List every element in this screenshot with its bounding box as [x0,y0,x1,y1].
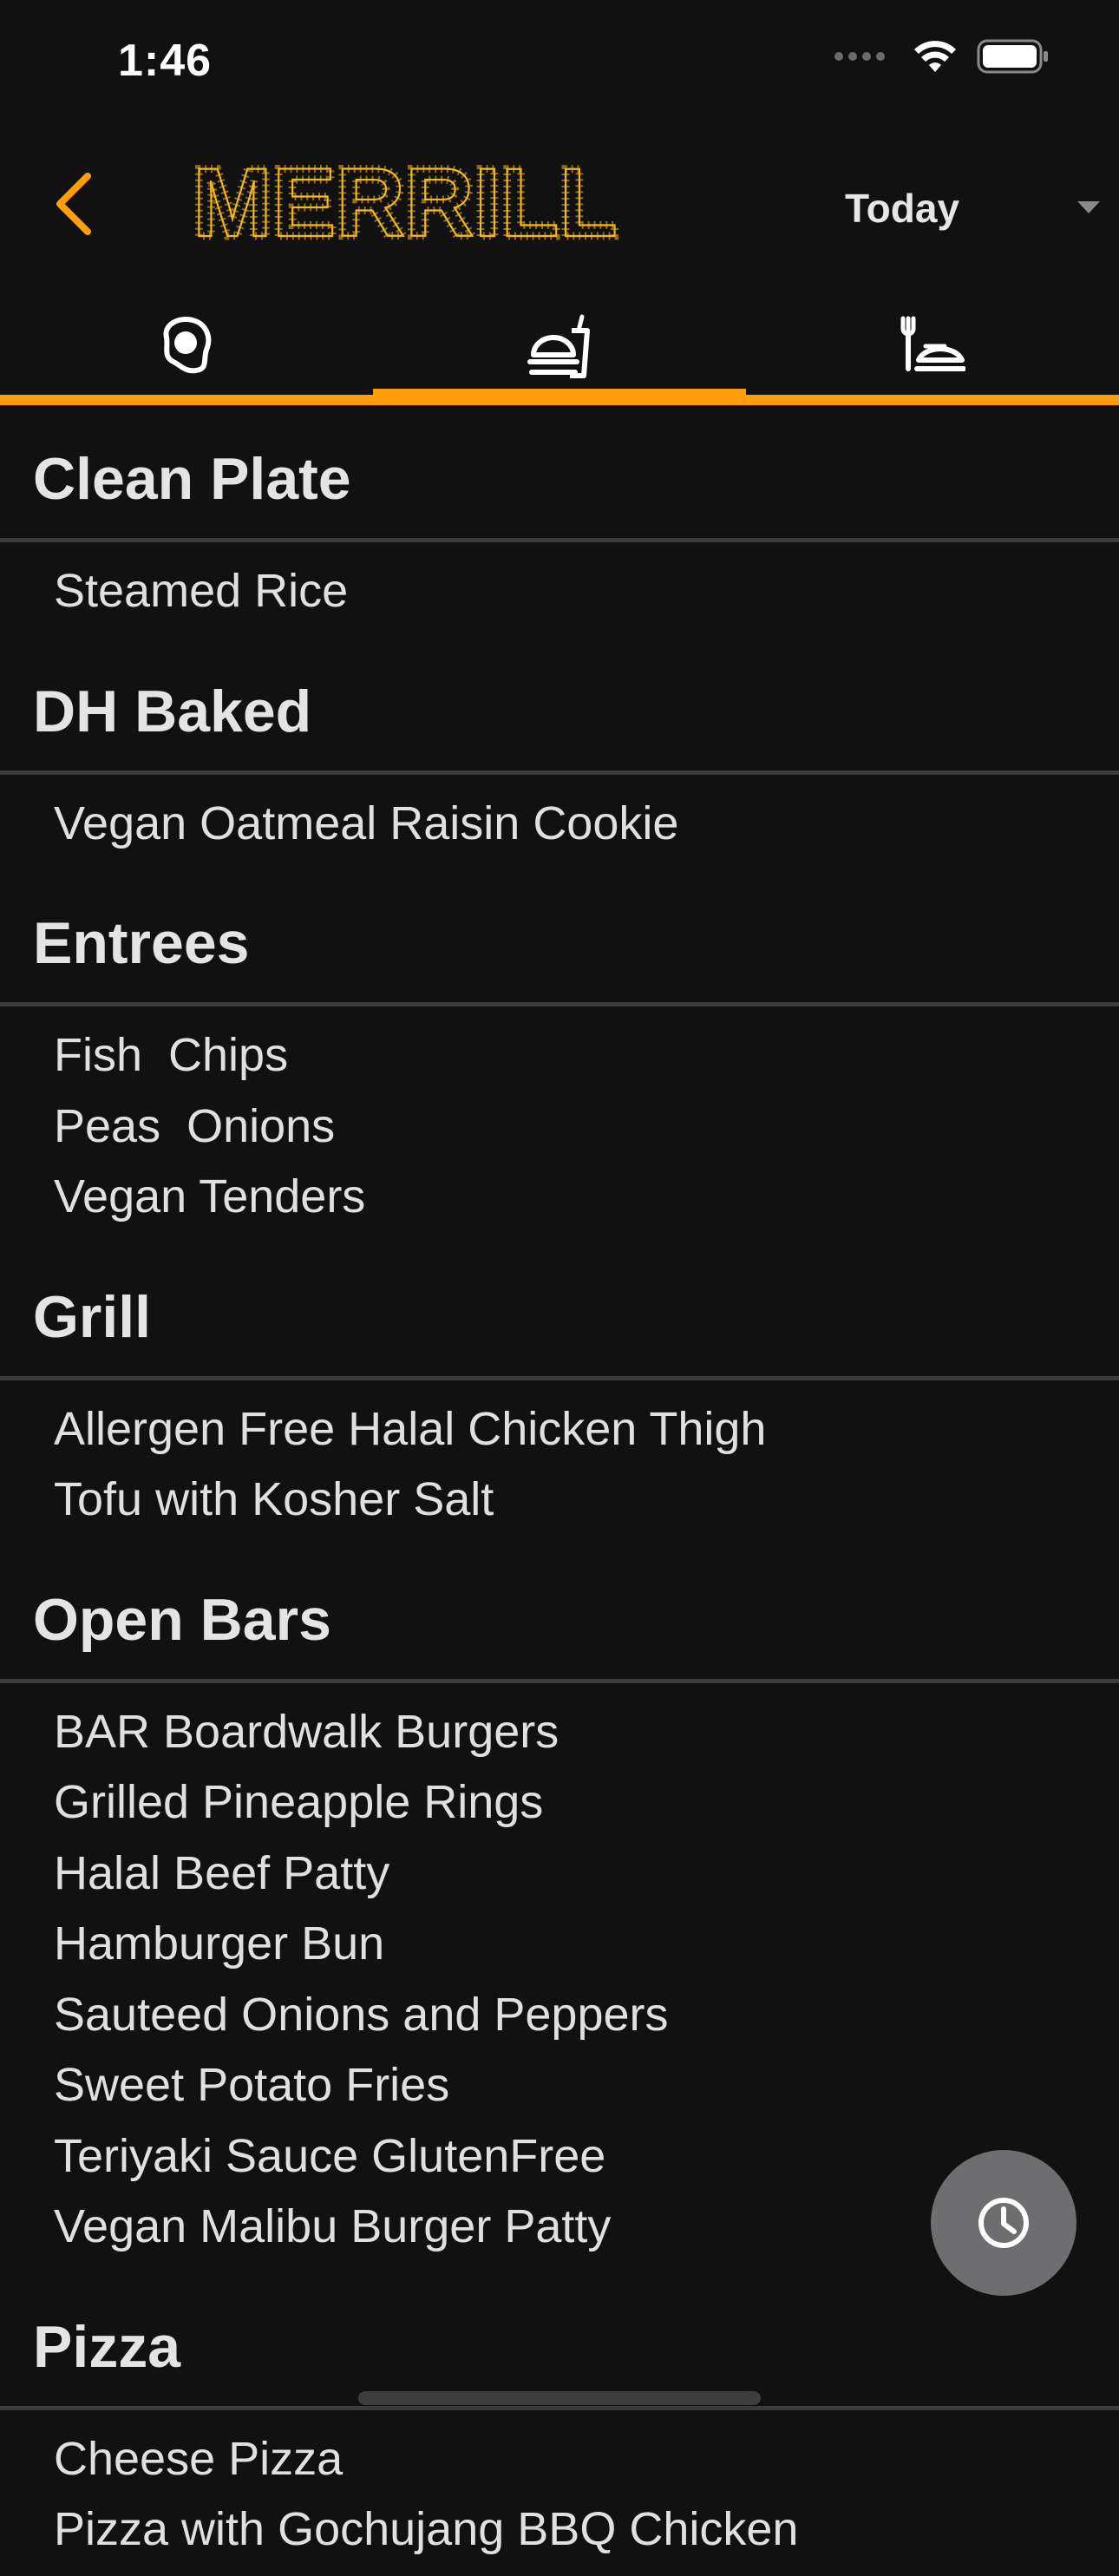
menu-item[interactable]: Cheese Pizza [0,2424,1119,2495]
section-items: Allergen Free Halal Chicken Thigh Tofu w… [0,1380,1119,1546]
section-title: DH Baked [0,638,1119,775]
battery-icon [977,39,1048,74]
menu-item[interactable]: Steamed Rice [0,556,1119,627]
section-title: Grill [0,1243,1119,1380]
menu-item[interactable]: Pizza with Gochujang BBQ Chicken [0,2494,1119,2566]
section-items: Cheese Pizza Pizza with Gochujang BBQ Ch… [0,2410,1119,2576]
status-icons [834,38,1050,75]
date-select-label: Today [845,186,960,231]
menu-item[interactable]: Hamburger Bun [0,1909,1119,1980]
date-select[interactable]: Today [833,174,1110,243]
menu-section: Pizza Cheese Pizza Pizza with Gochujang … [0,2273,1119,2576]
tab-bar-underline [0,395,1119,405]
back-button[interactable] [38,165,108,243]
merrill-logo: MERRILL MERRILL [189,156,622,252]
home-indicator[interactable] [358,2391,761,2405]
status-time: 1:46 [118,36,213,86]
menu-item[interactable]: Vegan Tenders [0,1162,1119,1233]
section-items: Fish Chips Peas Onions Vegan Tenders [0,1006,1119,1243]
menu-item[interactable]: Grilled Pineapple Rings [0,1767,1119,1839]
status-bar: 1:46 [0,0,1119,130]
dinner-plate-icon [900,316,965,371]
cellular-signal-icon [834,52,885,61]
section-title: Entrees [0,869,1119,1006]
section-title: Open Bars [0,1546,1119,1683]
menu-section: Clean Plate Steamed Rice [0,405,1119,638]
menu-section: Open Bars BAR Boardwalk Burgers Grilled … [0,1546,1119,2273]
tab-selected-indicator [373,389,746,395]
wifi-icon [914,41,956,72]
tab-breakfast[interactable] [0,299,373,405]
menu-section: DH Baked Vegan Oatmeal Raisin Cookie [0,638,1119,870]
tab-dinner[interactable] [746,299,1119,405]
menu-item[interactable]: BAR Boardwalk Burgers [0,1697,1119,1768]
menu-section: Grill Allergen Free Halal Chicken Thigh … [0,1243,1119,1546]
menu-item[interactable]: Peas Onions [0,1091,1119,1163]
menu-item[interactable]: Allergen Free Halal Chicken Thigh [0,1394,1119,1465]
hours-fab-button[interactable] [931,2150,1076,2296]
menu-item[interactable]: Tofu with Kosher Salt [0,1465,1119,1536]
menu-item[interactable]: Sauteed Onions and Peppers [0,1980,1119,2051]
menu-section: Entrees Fish Chips Peas Onions Vegan Ten… [0,869,1119,1243]
section-items: Vegan Oatmeal Raisin Cookie [0,775,1119,870]
menu-item[interactable]: Fish Chips [0,1020,1119,1091]
section-title: Pizza [0,2273,1119,2410]
breakfast-egg-icon [163,317,212,374]
menu-item[interactable]: Sweet Potato Fries [0,2050,1119,2121]
header: MERRILL MERRILL Today [0,130,1119,278]
section-title: Clean Plate [0,405,1119,542]
chevron-left-icon [56,173,91,235]
menu-item[interactable]: Vegan Oatmeal Raisin Cookie [0,789,1119,860]
clock-icon [978,2198,1029,2248]
caret-down-icon [1077,201,1100,213]
menu-item[interactable]: Halal Beef Patty [0,1839,1119,1910]
lunch-tray-icon [527,314,590,378]
svg-text:MERRILL: MERRILL [193,156,618,252]
section-items: Steamed Rice [0,542,1119,638]
